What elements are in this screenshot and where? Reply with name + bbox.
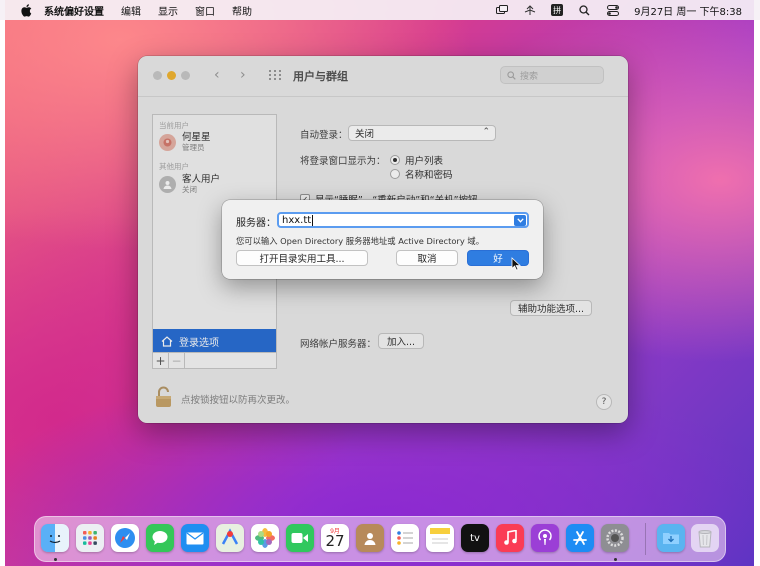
radio-name-password[interactable]: 名称和密码	[390, 167, 453, 181]
popup-chevron-icon: ⌃	[482, 127, 490, 137]
combo-dropdown-button[interactable]	[514, 215, 526, 226]
app-store-icon[interactable]	[566, 524, 594, 552]
user-avatar	[159, 133, 176, 151]
guest-user-name: 客人用户	[182, 174, 221, 185]
text-caret	[312, 214, 314, 226]
minimize-window-button[interactable]	[167, 71, 176, 80]
remove-user-button[interactable]: −	[169, 353, 185, 368]
search-field[interactable]: 搜索	[500, 66, 604, 84]
calendar-icon[interactable]: 9月 27	[321, 524, 349, 552]
current-users-header: 当前用户	[159, 121, 189, 130]
apple-menu-icon[interactable]	[18, 3, 34, 17]
current-user-role: 管理员	[182, 143, 205, 152]
search-placeholder: 搜索	[520, 71, 539, 82]
radio-user-list[interactable]: 用户列表	[390, 153, 443, 167]
network-server-label: 网络帐户服务器：	[300, 339, 377, 350]
window-titlebar: ‹ › 用户与群组 搜索	[138, 56, 628, 96]
facetime-icon[interactable]	[286, 524, 314, 552]
wifi-icon[interactable]	[523, 4, 536, 16]
sidebar-item-login-options[interactable]: 登录选项	[153, 329, 276, 354]
running-indicator	[614, 558, 617, 561]
sidebar-item-guest-user[interactable]: 客人用户 关闭	[159, 174, 220, 194]
forward-arrow-icon[interactable]: ›	[240, 67, 246, 83]
radio-user-list-label: 用户列表	[405, 156, 444, 167]
apple-tv-icon[interactable]: tv	[461, 524, 489, 552]
display-as-label: 将登录窗口显示为：	[300, 156, 386, 167]
network-server-dialog: 服务器： hxx.tt 您可以输入 Open Directory 服务器地址或 …	[222, 200, 543, 279]
back-arrow-icon[interactable]: ‹	[214, 67, 220, 83]
contacts-icon[interactable]	[356, 524, 384, 552]
server-label: 服务器：	[236, 218, 276, 229]
apple-tv-label: tv	[470, 532, 480, 544]
menu-edit[interactable]: 编辑	[121, 3, 141, 18]
radio-button	[390, 169, 400, 179]
menu-window[interactable]: 窗口	[195, 3, 215, 18]
guest-avatar	[159, 175, 176, 193]
auto-login-label: 自动登录：	[300, 130, 348, 141]
close-window-button[interactable]	[153, 71, 162, 80]
join-button[interactable]: 加入...	[378, 333, 424, 349]
help-button[interactable]: ?	[596, 394, 612, 410]
control-center-icon[interactable]	[606, 4, 619, 16]
guest-user-status: 关闭	[182, 185, 197, 194]
calendar-day: 27	[325, 532, 345, 550]
lock-area: 点按锁按钮以防再次更改。	[155, 386, 295, 411]
server-hint-text: 您可以输入 Open Directory 服务器地址或 Active Direc…	[236, 236, 484, 246]
messages-icon[interactable]	[146, 524, 174, 552]
notes-icon[interactable]	[426, 524, 454, 552]
mail-icon[interactable]	[181, 524, 209, 552]
menu-app-name[interactable]: 系统偏好设置	[44, 3, 104, 18]
server-input[interactable]: hxx.tt	[277, 212, 529, 228]
podcasts-icon[interactable]	[531, 524, 559, 552]
spotlight-search-icon[interactable]	[578, 4, 591, 16]
maps-icon[interactable]	[216, 524, 244, 552]
safari-icon[interactable]	[111, 524, 139, 552]
menu-bar: 系统偏好设置 编辑 显示 窗口 帮助 拼 9月27日 周一 下午8:38	[0, 0, 760, 20]
server-input-value: hxx.tt	[282, 214, 312, 226]
input-method-icon[interactable]: 拼	[551, 4, 564, 16]
current-user-name: 何星星	[182, 132, 211, 143]
lock-message: 点按锁按钮以防再次更改。	[181, 394, 296, 406]
auto-login-popup[interactable]: 关闭 ⌃	[348, 125, 496, 141]
dock: 9月 27 tv	[34, 516, 726, 562]
menu-view[interactable]: 显示	[158, 3, 178, 18]
system-preferences-icon[interactable]	[601, 524, 629, 552]
trash-icon[interactable]	[691, 524, 719, 552]
zoom-window-button[interactable]	[181, 71, 190, 80]
auto-login-value: 关闭	[355, 129, 375, 140]
show-all-grid-icon[interactable]	[269, 70, 281, 80]
lock-icon[interactable]	[155, 386, 172, 411]
finder-icon[interactable]	[41, 524, 69, 552]
mouse-pointer-icon	[511, 257, 521, 271]
titlebar-divider	[138, 96, 628, 97]
launchpad-icon[interactable]	[76, 524, 104, 552]
photos-icon[interactable]	[251, 524, 279, 552]
menu-help[interactable]: 帮助	[232, 3, 252, 18]
search-icon	[507, 70, 516, 80]
sidebar-item-current-user[interactable]: 何星星 管理员	[159, 132, 211, 152]
accessibility-options-button[interactable]: 辅助功能选项...	[510, 300, 592, 316]
sidebar-toolbar: + −	[152, 352, 277, 369]
house-icon	[161, 336, 173, 347]
chevron-down-icon	[516, 218, 524, 223]
reminders-icon[interactable]	[391, 524, 419, 552]
radio-name-password-label: 名称和密码	[405, 170, 453, 181]
menu-bar-clock[interactable]: 9月27日 周一 下午8:38	[634, 3, 742, 18]
login-options-label: 登录选项	[179, 338, 219, 349]
cancel-button[interactable]: 取消	[396, 250, 458, 266]
add-user-button[interactable]: +	[153, 353, 169, 368]
open-directory-utility-button[interactable]: 打开目录实用工具...	[236, 250, 368, 266]
window-title: 用户与群组	[293, 70, 348, 83]
dock-separator	[645, 523, 646, 555]
other-users-header: 其他用户	[159, 162, 189, 171]
running-indicator	[54, 558, 57, 561]
screen-mirroring-icon[interactable]	[495, 4, 508, 16]
downloads-folder-icon[interactable]	[657, 524, 685, 552]
radio-button-selected	[390, 155, 400, 165]
music-icon[interactable]	[496, 524, 524, 552]
